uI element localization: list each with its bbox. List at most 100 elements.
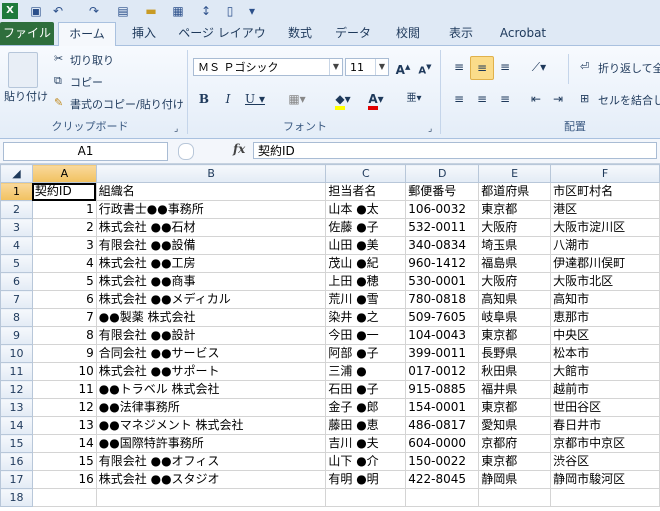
cell[interactable]: 世田谷区 — [550, 398, 660, 417]
cell[interactable]: 5 — [31, 272, 97, 291]
redo-icon[interactable]: ↷ — [86, 3, 102, 19]
wrap-text-icon[interactable]: ⏎ — [580, 60, 589, 73]
cell[interactable]: 有限会社 ●●設備 — [95, 236, 327, 255]
cell[interactable]: 株式会社 ●●石材 — [95, 218, 327, 237]
cell[interactable]: 9 — [31, 344, 97, 363]
font-color-icon[interactable]: A▾ — [364, 90, 388, 110]
customize-toolbar-icon[interactable]: ▾ — [244, 3, 260, 19]
row-header[interactable]: 5 — [0, 254, 33, 273]
increase-indent-icon[interactable]: ⇥ — [548, 90, 568, 108]
cell[interactable]: 150-0022 — [405, 452, 480, 471]
cell[interactable]: 509-7605 — [405, 308, 480, 327]
phonetic-icon[interactable]: 亜▾ — [404, 90, 424, 108]
cell[interactable]: 2 — [31, 218, 97, 237]
name-box[interactable]: A1 — [3, 142, 168, 161]
cell[interactable]: 大阪市北区 — [550, 272, 660, 291]
row-header[interactable]: 9 — [0, 326, 33, 345]
cell[interactable]: 1 — [31, 200, 97, 219]
merge-center-button[interactable]: セルを結合し — [598, 92, 660, 108]
wrap-text-button[interactable]: 折り返して全 — [598, 60, 660, 76]
cell[interactable]: 大阪府 — [478, 218, 552, 237]
column-header-e[interactable]: E — [478, 164, 552, 183]
cell[interactable]: 伊達郡川俣町 — [550, 254, 660, 273]
cell[interactable]: 12 — [31, 398, 97, 417]
row-header[interactable]: 10 — [0, 344, 33, 363]
tab-acrobat[interactable]: Acrobat — [494, 22, 552, 45]
cell[interactable]: 松本市 — [550, 344, 660, 363]
cell[interactable] — [405, 488, 480, 507]
cell[interactable]: 8 — [31, 326, 97, 345]
font-name-box[interactable]: ＭＳ Ｐゴシック ▼ — [193, 58, 343, 76]
row-header[interactable]: 12 — [0, 380, 33, 399]
cell[interactable]: 山田 ●美 — [325, 236, 407, 255]
align-top-icon[interactable]: ≡ — [449, 58, 469, 76]
cell[interactable]: 486-0817 — [405, 416, 480, 435]
column-header-c[interactable]: C — [325, 164, 407, 183]
cell[interactable]: ●●マネジメント 株式会社 — [95, 416, 327, 435]
cell[interactable]: 山下 ●介 — [325, 452, 407, 471]
align-middle-icon[interactable]: ≡ — [470, 56, 494, 80]
cell[interactable]: 有限会社 ●●オフィス — [95, 452, 327, 471]
decrease-indent-icon[interactable]: ⇤ — [526, 90, 546, 108]
paste-button[interactable]: 貼り付け — [4, 88, 48, 104]
formula-input[interactable]: 契約ID — [253, 142, 657, 159]
cell[interactable]: 106-0032 — [405, 200, 480, 219]
cell[interactable]: 960-1412 — [405, 254, 480, 273]
cell[interactable]: 春日井市 — [550, 416, 660, 435]
underline-icon[interactable]: U ▾ — [244, 90, 266, 108]
cell[interactable]: 愛知県 — [478, 416, 552, 435]
cell[interactable]: 石田 ●子 — [325, 380, 407, 399]
copy-icon[interactable]: ⧉ — [54, 74, 62, 88]
row-header[interactable]: 11 — [0, 362, 33, 381]
cell[interactable]: 郵便番号 — [405, 182, 480, 201]
cell[interactable]: 福島県 — [478, 254, 552, 273]
cell[interactable]: 16 — [31, 470, 97, 489]
cell[interactable]: 株式会社 ●●商事 — [95, 272, 327, 291]
cell[interactable]: 株式会社 ●●メディカル — [95, 290, 327, 309]
undo-icon[interactable]: ↶ — [50, 3, 66, 19]
column-header-b[interactable]: B — [95, 164, 327, 183]
clipboard-launcher-icon[interactable]: ⌟ — [174, 124, 178, 134]
format-painter-button[interactable]: 書式のコピー/貼り付け — [70, 96, 184, 112]
cell[interactable]: 中央区 — [550, 326, 660, 345]
cell[interactable]: 株式会社 ●●サポート — [95, 362, 327, 381]
chevron-down-icon[interactable]: ▼ — [375, 59, 388, 75]
cell[interactable]: ●●国際特許事務所 — [95, 434, 327, 453]
align-bottom-icon[interactable]: ≡ — [495, 58, 515, 76]
borders-icon[interactable]: ▦▾ — [286, 90, 308, 108]
cut-icon[interactable]: ✂ — [54, 52, 63, 65]
cell[interactable]: 大阪市淀川区 — [550, 218, 660, 237]
row-header[interactable]: 13 — [0, 398, 33, 417]
cell[interactable]: 荒川 ●雪 — [325, 290, 407, 309]
cell[interactable]: 017-0012 — [405, 362, 480, 381]
row-header[interactable]: 16 — [0, 452, 33, 471]
chevron-down-icon[interactable]: ▼ — [329, 59, 342, 75]
cell[interactable]: 組織名 — [95, 182, 327, 201]
cell[interactable]: 東京都 — [478, 326, 552, 345]
cell[interactable]: 藤田 ●恵 — [325, 416, 407, 435]
tab-file[interactable]: ファイル — [0, 22, 54, 45]
font-size-box[interactable]: 11 ▼ — [345, 58, 389, 76]
cell[interactable]: 染井 ●之 — [325, 308, 407, 327]
cell[interactable]: 合同会社 ●●サービス — [95, 344, 327, 363]
cell[interactable]: 静岡市駿河区 — [550, 470, 660, 489]
merge-center-icon[interactable]: ⊞ — [580, 92, 589, 105]
row-header[interactable]: 8 — [0, 308, 33, 327]
tab-formulas[interactable]: 数式 — [280, 22, 320, 45]
cell[interactable]: 東京都 — [478, 452, 552, 471]
row-header[interactable]: 18 — [0, 488, 33, 507]
row-header[interactable]: 6 — [0, 272, 33, 291]
align-left-icon[interactable]: ≡ — [449, 90, 469, 108]
shrink-font-icon[interactable]: A▼ — [416, 58, 434, 76]
cell[interactable]: 422-8045 — [405, 470, 480, 489]
column-header-d[interactable]: D — [405, 164, 480, 183]
cell[interactable]: ●●製薬 株式会社 — [95, 308, 327, 327]
cell[interactable]: 秋田県 — [478, 362, 552, 381]
bold-icon[interactable]: B — [196, 90, 212, 108]
cell[interactable]: 京都府 — [478, 434, 552, 453]
cell[interactable]: 高知県 — [478, 290, 552, 309]
cell[interactable]: 茂山 ●紀 — [325, 254, 407, 273]
cell[interactable]: 金子 ●郎 — [325, 398, 407, 417]
page-icon[interactable]: ▯ — [222, 3, 238, 19]
cell[interactable]: 八潮市 — [550, 236, 660, 255]
